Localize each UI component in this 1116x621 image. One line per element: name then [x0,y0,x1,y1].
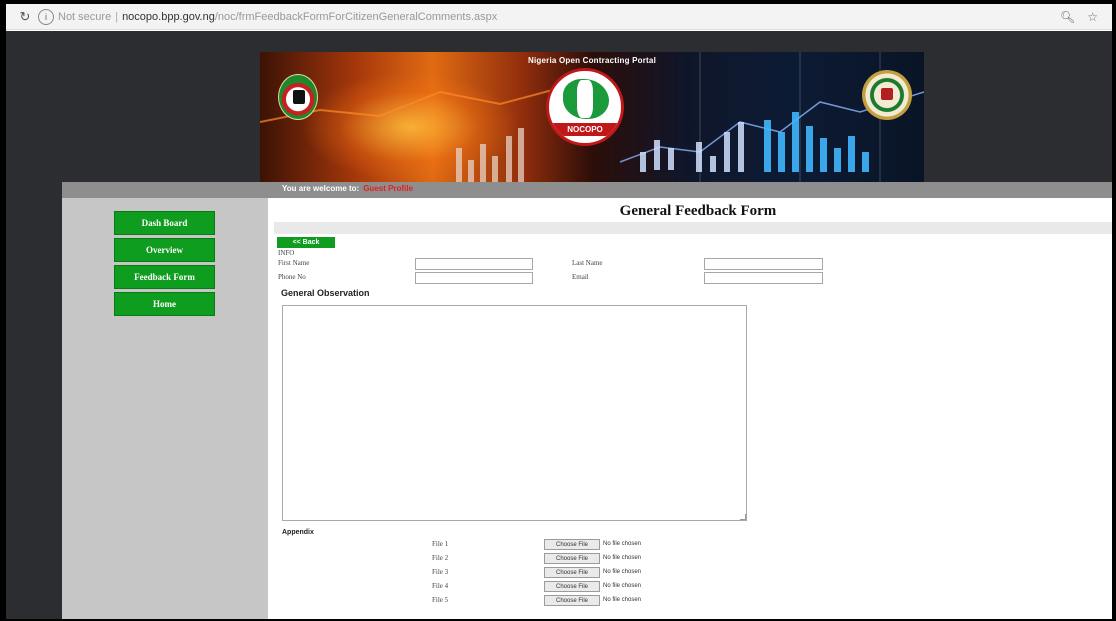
nigeria-coat-of-arms-logo [278,74,318,120]
browser-actions: 🔍︎ ☆ [1060,10,1098,24]
welcome-message: You are welcome to: Guest Profile [282,184,413,193]
file-3-status: No file chosen [603,569,642,575]
title-divider [274,222,1112,234]
back-button[interactable]: << Back [277,237,335,248]
address-bar[interactable]: Not secure | nocopo.bpp.gov.ng /noc/frmF… [58,11,497,23]
header-banner: Nigeria Open Contracting Portal NOCOPO [260,52,924,182]
zoom-icon[interactable]: 🔍︎ [1060,10,1075,24]
general-observation-textarea[interactable] [282,305,747,521]
sidebar-item-feedback-form[interactable]: Feedback Form [114,265,215,289]
main-content: General Feedback Form << Back INFO First… [268,198,1112,619]
email-field[interactable] [704,272,823,284]
last-name-field[interactable] [704,258,823,270]
file-2-label: File 2 [432,554,449,562]
file-5-label: File 5 [432,596,449,604]
file-5-status: No file chosen [603,597,642,603]
welcome-prefix: You are welcome to: [282,184,360,193]
portal-title: Nigeria Open Contracting Portal [528,56,656,65]
info-label: INFO [278,249,295,257]
file-5-choose-button[interactable]: Choose File [544,595,600,606]
general-observation-heading: General Observation [281,288,370,298]
bookmark-star-icon[interactable]: ☆ [1087,10,1098,24]
info-icon[interactable]: i [38,8,54,25]
file-4-status: No file chosen [603,583,642,589]
nocopo-logo: NOCOPO [546,68,624,146]
first-name-field[interactable] [415,258,533,270]
sidebar-item-home[interactable]: Home [114,292,215,316]
url-host: nocopo.bpp.gov.ng [122,10,215,23]
sidebar-item-overview[interactable]: Overview [114,238,215,262]
file-1-status: No file chosen [603,541,642,547]
welcome-user-name[interactable]: Guest Profile [363,184,413,193]
sidebar-item-dashboard[interactable]: Dash Board [114,211,215,235]
browser-window: ↻ i Not secure | nocopo.bpp.gov.ng /noc/… [6,4,1112,619]
address-separator: | [115,10,119,23]
textarea-resize-handle[interactable] [740,514,746,520]
welcome-bar: You are welcome to: Guest Profile [62,182,1112,198]
page: Nigeria Open Contracting Portal NOCOPO Y… [6,31,1112,619]
file-3-choose-button[interactable]: Choose File [544,567,600,578]
file-3-label: File 3 [432,568,449,576]
browser-toolbar: ↻ i Not secure | nocopo.bpp.gov.ng /noc/… [6,4,1112,30]
appendix-heading: Appendix [282,529,314,536]
file-2-choose-button[interactable]: Choose File [544,553,600,564]
phone-field[interactable] [415,272,533,284]
file-4-label: File 4 [432,582,449,590]
file-2-status: No file chosen [603,555,642,561]
reload-icon[interactable]: ↻ [12,9,38,25]
last-name-label: Last Name [572,259,603,267]
file-1-choose-button[interactable]: Choose File [544,539,600,550]
page-title: General Feedback Form [619,203,777,219]
file-4-choose-button[interactable]: Choose File [544,581,600,592]
file-1-label: File 1 [432,540,449,548]
email-label: Email [572,273,589,281]
bpp-seal-logo [862,70,912,120]
sidebar: Dash Board Overview Feedback Form Home [62,198,268,619]
url-path: /noc/frmFeedbackFormForCitizenGeneralCom… [214,10,498,23]
first-name-label: First Name [278,259,310,267]
security-label: Not secure [58,10,112,23]
nocopo-logo-text: NOCOPO [549,123,621,136]
phone-label: Phone No [278,273,306,281]
